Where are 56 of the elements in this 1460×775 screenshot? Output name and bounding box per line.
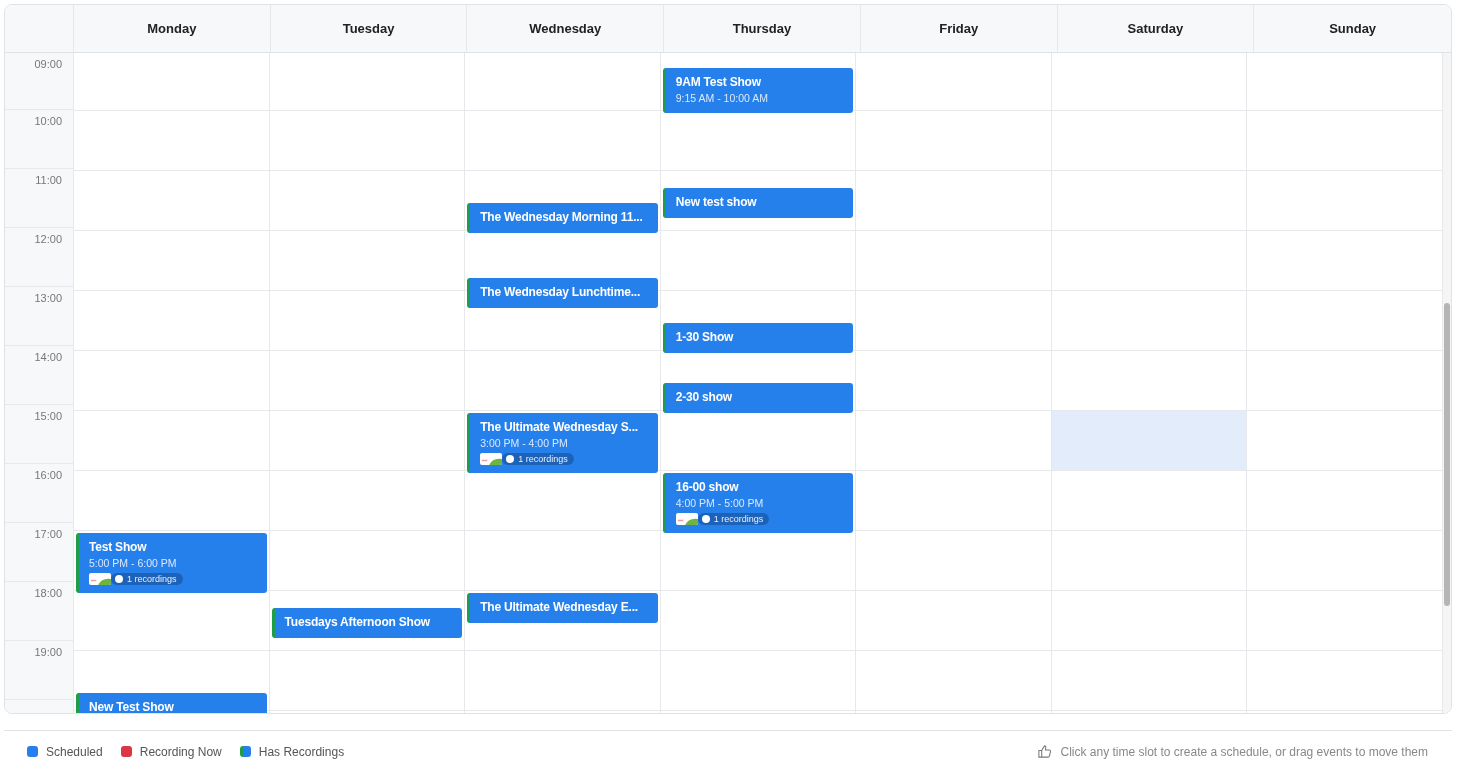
- recordings-badge: 1 recordings: [502, 453, 574, 465]
- legend-label: Has Recordings: [258, 744, 345, 759]
- event-title: New test show: [675, 195, 758, 209]
- event-title: Tuesdays Afternoon Show: [284, 615, 431, 629]
- day-header: Friday: [860, 5, 1058, 52]
- event-title: The Wednesday Morning 11...: [480, 210, 644, 224]
- event-card[interactable]: 2-30 show: [662, 383, 854, 413]
- thumbs-up-icon: [1037, 744, 1053, 759]
- day-header: Monday: [74, 5, 271, 52]
- hour-label: 13:00: [34, 292, 62, 305]
- event-card[interactable]: Tuesdays Afternoon Show: [271, 608, 463, 638]
- hour-label: 14:00: [34, 351, 62, 364]
- hour-label: 19:00: [34, 646, 62, 659]
- event-card[interactable]: 1-30 Show: [662, 323, 854, 353]
- day-header: Wednesday: [467, 5, 665, 52]
- hour-label: 09:00: [34, 58, 62, 71]
- event-time: 3:00 PM - 4:00 PM: [480, 437, 569, 449]
- event-time: 4:00 PM - 5:00 PM: [675, 497, 765, 509]
- day-header: Sunday: [1328, 20, 1378, 38]
- hour-label: 10:00: [34, 115, 62, 128]
- event-card[interactable]: New Test Show: [76, 693, 267, 713]
- hint-text: Click any time slot to create a schedule, or drag events to move them: [1060, 744, 1428, 759]
- hour-label: 15:00: [34, 410, 62, 423]
- event-time: 9:15 AM - 10:00 AM: [675, 92, 769, 104]
- event-title: 2-30 show: [675, 390, 733, 404]
- event-time: 5:00 PM - 6:00 PM: [89, 557, 178, 569]
- event-card[interactable]: 16-00 show 4:00 PM - 5:00 PM 1 recordings: [662, 473, 854, 533]
- event-title: The Ultimate Wednesday E...: [480, 600, 639, 614]
- event-card[interactable]: 9AM Test Show 9:15 AM - 10:00 AM: [662, 68, 854, 113]
- event-title: Test Show: [89, 540, 148, 554]
- event-card[interactable]: New test show: [662, 188, 854, 218]
- hour-label: 16:00: [34, 469, 62, 482]
- legend-label: Scheduled: [46, 744, 103, 759]
- recordings-badge: 1 recordings: [697, 513, 770, 525]
- event-title: New Test Show: [89, 700, 175, 713]
- day-header: Tuesday: [270, 5, 468, 52]
- event-card[interactable]: The Ultimate Wednesday S... 3:00 PM - 4:00 PM 1 recordings: [467, 413, 658, 473]
- scrollbar[interactable]: [1443, 53, 1451, 713]
- hour-label: 17:00: [34, 528, 62, 541]
- event-title: The Wednesday Lunchtime...: [480, 285, 642, 299]
- day-header: Saturday: [1057, 5, 1255, 52]
- event-card[interactable]: The Wednesday Lunchtime...: [467, 278, 658, 308]
- event-card[interactable]: Test Show 5:00 PM - 6:00 PM 1 recordings: [76, 533, 267, 593]
- event-card[interactable]: The Ultimate Wednesday E...: [467, 593, 658, 623]
- hour-label: 18:00: [34, 587, 62, 600]
- event-card[interactable]: The Wednesday Morning 11...: [467, 203, 658, 233]
- time-slot[interactable]: [1051, 411, 1247, 471]
- event-title: 16-00 show: [675, 480, 740, 494]
- legend-label: Recording Now: [139, 744, 222, 759]
- recordings-badge: 1 recordings: [111, 573, 183, 585]
- event-title: 9AM Test Show: [675, 75, 762, 89]
- day-header: Thursday: [664, 5, 861, 52]
- hour-label: 12:00: [34, 233, 62, 246]
- hour-label: 11:00: [35, 174, 62, 187]
- event-title: The Ultimate Wednesday S...: [480, 420, 639, 434]
- event-title: 1-30 Show: [675, 330, 735, 344]
